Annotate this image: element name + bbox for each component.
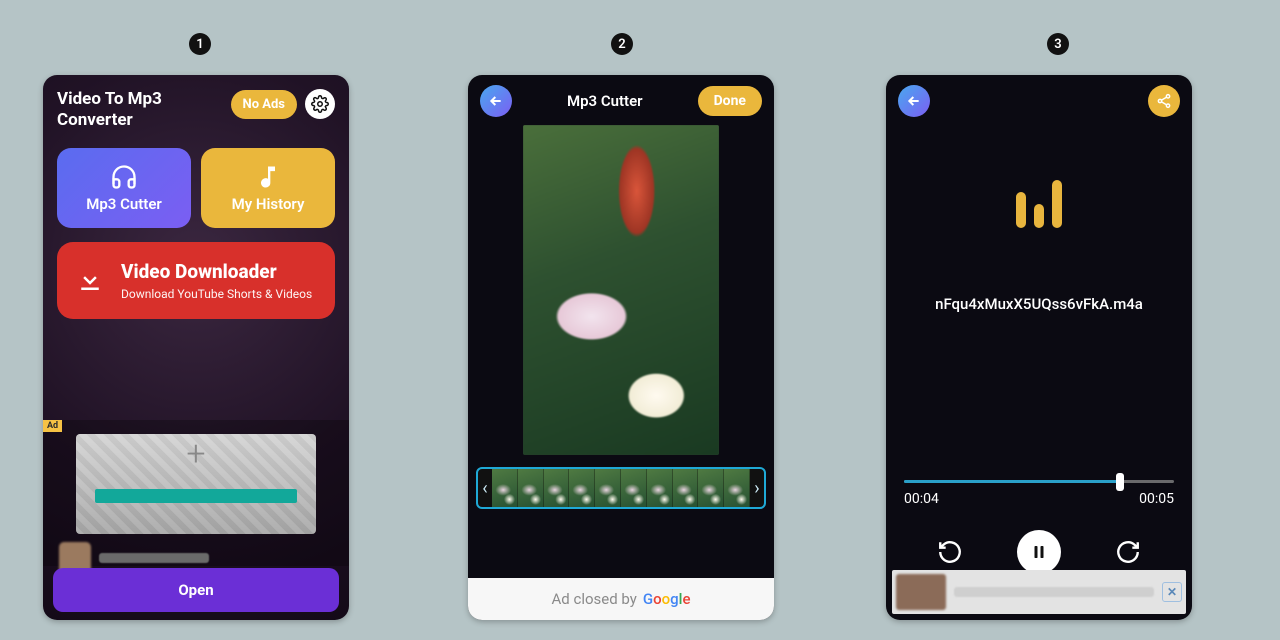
ad-closed-banner: Ad closed by Google (468, 578, 774, 620)
screen-3-player: nFqu4xMuxX5UQss6vFkA.m4a 00:04 00:05 (886, 75, 1192, 620)
ad-label-badge: Ad (43, 420, 62, 432)
trim-filmstrip[interactable]: ‹ › (476, 467, 766, 509)
ad-creator-name (99, 553, 209, 563)
video-downloader-title: Video Downloader (121, 260, 312, 283)
app-title: Video To Mp3 Converter (57, 89, 187, 132)
header-actions: No Ads (231, 89, 335, 119)
screen1-header: Video To Mp3 Converter No Ads (43, 75, 349, 142)
filmstrip-frame (621, 469, 647, 507)
ad-thumb (896, 574, 946, 610)
equalizer-icon (1016, 180, 1062, 228)
cutter-header: Mp3 Cutter Done (468, 75, 774, 127)
arrow-left-icon (488, 93, 504, 109)
ad-closed-text: Ad closed by (552, 590, 637, 608)
time-total: 00:05 (1139, 491, 1174, 507)
video-preview-image (523, 125, 719, 455)
screenshot-badge-2: 2 (611, 33, 633, 55)
ad-close-button[interactable]: ✕ (1162, 582, 1182, 602)
settings-button[interactable] (305, 89, 335, 119)
filmstrip-frames (492, 469, 750, 507)
headphones-icon (110, 163, 138, 191)
video-downloader-subtitle: Download YouTube Shorts & Videos (121, 287, 312, 301)
trim-handle-left[interactable]: ‹ (478, 478, 492, 499)
music-note-icon (254, 163, 282, 191)
filmstrip-frame (673, 469, 699, 507)
filmstrip-frame (544, 469, 570, 507)
progress-fill (904, 480, 1120, 483)
pause-icon (1030, 543, 1048, 561)
filmstrip-frame (518, 469, 544, 507)
progress-thumb[interactable] (1116, 473, 1124, 491)
screen-2-cutter: Mp3 Cutter Done ‹ › Ad closed by Google (468, 75, 774, 620)
screen-1-home: Video To Mp3 Converter No Ads Mp3 Cutter… (43, 75, 349, 620)
filmstrip-frame (569, 469, 595, 507)
back-button[interactable] (480, 85, 512, 117)
filmstrip-frame (647, 469, 673, 507)
tile-label: My History (232, 195, 305, 213)
audio-filename: nFqu4xMuxX5UQss6vFkA.m4a (886, 295, 1192, 313)
rewind-button[interactable] (937, 539, 963, 565)
cutter-title: Mp3 Cutter (567, 92, 643, 110)
filmstrip-frame (492, 469, 518, 507)
my-history-tile[interactable]: My History (201, 148, 335, 228)
bottom-ad-banner[interactable]: ✕ (892, 570, 1186, 614)
trim-handle-right[interactable]: › (750, 478, 764, 499)
filmstrip-frame (724, 469, 750, 507)
share-button[interactable] (1148, 85, 1180, 117)
progress-slider[interactable] (904, 480, 1174, 483)
player-header (886, 75, 1192, 127)
forward-button[interactable] (1115, 539, 1141, 565)
video-downloader-text: Video Downloader Download YouTube Shorts… (121, 260, 312, 301)
player-controls (886, 530, 1192, 574)
no-ads-button[interactable]: No Ads (231, 90, 297, 119)
video-downloader-card[interactable]: Video Downloader Download YouTube Shorts… (57, 242, 335, 319)
forward-icon (1115, 539, 1141, 565)
share-icon (1156, 93, 1172, 109)
open-button[interactable]: Open (53, 568, 339, 612)
home-tiles: Mp3 Cutter My History (43, 148, 349, 228)
inline-ad-slot: Ad + (43, 420, 349, 566)
filmstrip-frame (698, 469, 724, 507)
ad-preview-image[interactable]: + (76, 434, 316, 534)
screenshot-badge-1: 1 (189, 33, 211, 55)
rewind-icon (937, 539, 963, 565)
time-row: 00:04 00:05 (904, 491, 1174, 507)
gear-icon (311, 95, 329, 113)
tile-label: Mp3 Cutter (86, 195, 162, 213)
google-logo-text: Google (643, 590, 691, 608)
progress-area: 00:04 00:05 (904, 480, 1174, 507)
screenshot-badge-3: 3 (1047, 33, 1069, 55)
play-pause-button[interactable] (1017, 530, 1061, 574)
time-current: 00:04 (904, 491, 939, 507)
arrow-left-icon (906, 93, 922, 109)
filmstrip-frame (595, 469, 621, 507)
back-button[interactable] (898, 85, 930, 117)
download-icon (73, 263, 107, 297)
mp3-cutter-tile[interactable]: Mp3 Cutter (57, 148, 191, 228)
ad-text-line (954, 587, 1154, 597)
video-preview[interactable] (523, 125, 719, 455)
done-button[interactable]: Done (698, 86, 762, 116)
